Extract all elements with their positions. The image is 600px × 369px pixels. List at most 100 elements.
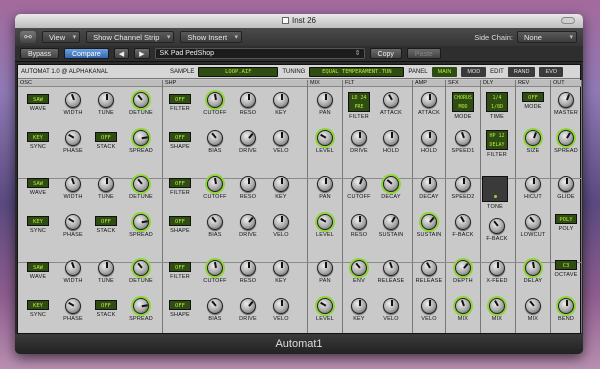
next-preset-button[interactable]: ▶	[134, 48, 150, 59]
detune-knob[interactable]	[133, 176, 149, 192]
mix-knob[interactable]	[525, 298, 541, 314]
velo-knob[interactable]	[421, 298, 437, 314]
speed1-knob[interactable]	[455, 130, 471, 146]
release-knob[interactable]	[383, 260, 399, 276]
size-knob[interactable]	[525, 130, 541, 146]
sync-switch[interactable]: KEY	[27, 132, 49, 142]
poly-switch[interactable]: POLY	[555, 214, 577, 224]
speed2-knob[interactable]	[455, 176, 471, 192]
filter-switch[interactable]: OFF	[169, 94, 191, 104]
link-icon[interactable]: ⚯	[20, 31, 36, 43]
spread-knob[interactable]	[133, 298, 149, 314]
evo-button[interactable]: EVO	[539, 66, 564, 77]
channel-strip-menu[interactable]: Show Channel Strip	[86, 31, 175, 44]
cutoff-knob[interactable]	[207, 176, 223, 192]
hold-knob[interactable]	[383, 130, 399, 146]
filter-switch[interactable]: OFF	[169, 178, 191, 188]
stack-switch[interactable]: OFF	[95, 132, 117, 142]
sync-switch[interactable]: KEY	[27, 300, 49, 310]
octave-switch[interactable]: C3	[555, 260, 577, 270]
mix-knob[interactable]	[489, 298, 505, 314]
cutoff-knob[interactable]	[207, 92, 223, 108]
phase-knob[interactable]	[65, 298, 81, 314]
env-knob[interactable]	[351, 260, 367, 276]
view-menu[interactable]: View	[42, 31, 81, 44]
cutoff-knob[interactable]	[351, 176, 367, 192]
side-chain-select[interactable]: None	[517, 31, 577, 44]
toolbar-toggle-button[interactable]	[561, 17, 575, 24]
reso-knob[interactable]	[351, 214, 367, 230]
velo-knob[interactable]	[273, 130, 289, 146]
drive-knob[interactable]	[240, 130, 256, 146]
bias-knob[interactable]	[207, 214, 223, 230]
bend-knob[interactable]	[558, 298, 574, 314]
decay-knob[interactable]	[421, 176, 437, 192]
filter-display[interactable]: LD 24 PRE	[348, 92, 370, 112]
attack-knob[interactable]	[383, 92, 399, 108]
prev-preset-button[interactable]: ◀	[113, 48, 130, 59]
level-knob[interactable]	[317, 214, 333, 230]
release-knob[interactable]	[421, 260, 437, 276]
rand-button[interactable]: RAND	[507, 66, 536, 77]
key-knob[interactable]	[273, 260, 289, 276]
pan-knob[interactable]	[317, 260, 333, 276]
hicut-knob[interactable]	[525, 176, 541, 192]
stack-switch[interactable]: OFF	[95, 216, 117, 226]
tone-pad[interactable]	[482, 176, 508, 202]
compare-button[interactable]: Compare	[63, 48, 109, 59]
pan-knob[interactable]	[317, 176, 333, 192]
reso-knob[interactable]	[240, 92, 256, 108]
phase-knob[interactable]	[65, 214, 81, 230]
spread-knob[interactable]	[133, 130, 149, 146]
wave-switch[interactable]: SAW	[27, 178, 49, 188]
detune-knob[interactable]	[133, 260, 149, 276]
panel-main-button[interactable]: MAIN	[431, 66, 458, 77]
drive-knob[interactable]	[240, 298, 256, 314]
master-knob[interactable]	[558, 92, 574, 108]
depth-knob[interactable]	[455, 260, 471, 276]
shape-switch[interactable]: OFF	[169, 300, 191, 310]
tune-knob[interactable]	[98, 260, 114, 276]
lowcut-knob[interactable]	[525, 214, 541, 230]
velo-knob[interactable]	[383, 298, 399, 314]
cutoff-knob[interactable]	[207, 260, 223, 276]
hold-knob[interactable]	[421, 130, 437, 146]
panel-mod-button[interactable]: MOD	[461, 66, 487, 77]
velo-knob[interactable]	[273, 298, 289, 314]
mode-display[interactable]: CHORUS MOD	[452, 92, 474, 112]
xfeed-knob[interactable]	[489, 260, 505, 276]
reso-knob[interactable]	[240, 176, 256, 192]
velo-knob[interactable]	[273, 214, 289, 230]
bias-knob[interactable]	[207, 298, 223, 314]
spread-knob[interactable]	[558, 130, 574, 146]
fback-knob[interactable]	[455, 214, 471, 230]
paste-button[interactable]: Paste	[406, 48, 441, 59]
wave-switch[interactable]: SAW	[27, 262, 49, 272]
drive-knob[interactable]	[351, 130, 367, 146]
wave-switch[interactable]: SAW	[27, 94, 49, 104]
tune-knob[interactable]	[98, 176, 114, 192]
sample-display[interactable]: LOOP.AIF	[198, 66, 279, 77]
bypass-button[interactable]: Bypass	[20, 48, 59, 59]
spread-knob[interactable]	[133, 214, 149, 230]
glide-knob[interactable]	[558, 176, 574, 192]
time-display[interactable]: 1/4 1/8D	[486, 92, 508, 112]
bias-knob[interactable]	[207, 130, 223, 146]
insert-menu[interactable]: Show Insert	[180, 31, 243, 44]
key-knob[interactable]	[273, 92, 289, 108]
filter-switch[interactable]: OFF	[169, 262, 191, 272]
delay-knob[interactable]	[525, 260, 541, 276]
key-knob[interactable]	[273, 176, 289, 192]
width-knob[interactable]	[65, 260, 81, 276]
sync-switch[interactable]: KEY	[27, 216, 49, 226]
fback-knob[interactable]	[489, 218, 505, 234]
decay-knob[interactable]	[383, 176, 399, 192]
tuning-display[interactable]: EQUAL TEMPERAMENT.TUN	[309, 66, 405, 77]
preset-select[interactable]: SK Pad PedShop	[154, 48, 365, 59]
copy-button[interactable]: Copy	[369, 48, 402, 59]
mode-switch[interactable]: OFF	[522, 92, 544, 102]
detune-knob[interactable]	[133, 92, 149, 108]
attack-knob[interactable]	[421, 92, 437, 108]
reso-knob[interactable]	[240, 260, 256, 276]
tune-knob[interactable]	[98, 92, 114, 108]
